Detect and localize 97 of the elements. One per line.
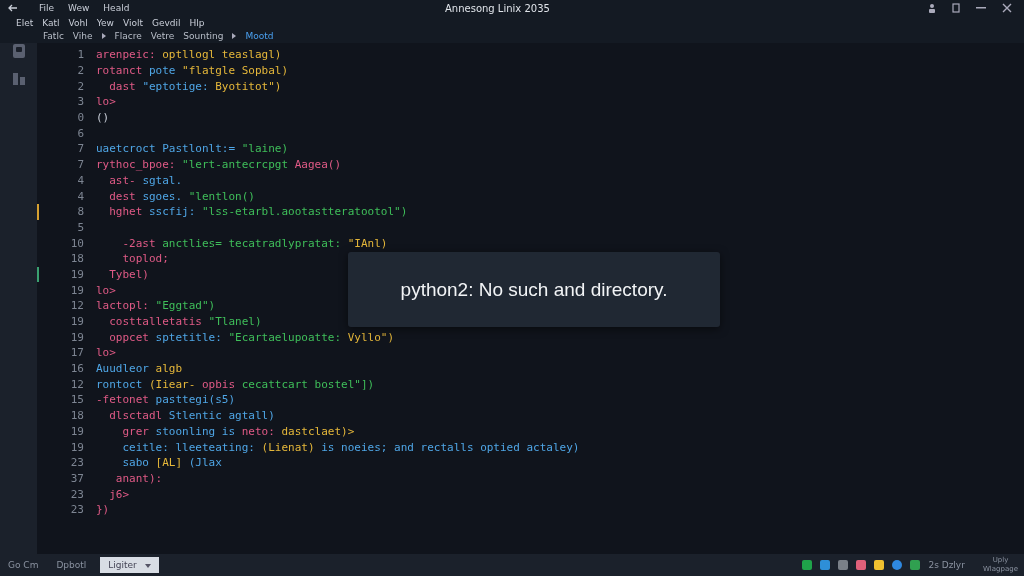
line-number: 0: [76, 111, 85, 125]
code-line: arenpeic: optllogl teaslagl): [96, 48, 282, 62]
app-icon[interactable]: [856, 560, 867, 570]
app-icon[interactable]: [838, 560, 849, 570]
menu-item[interactable]: Katl: [42, 17, 60, 28]
code-line: ast- sgtal.: [108, 173, 183, 187]
status-item[interactable]: Dpbotl: [52, 557, 91, 573]
back-arrow-icon[interactable]: [8, 4, 17, 12]
line-number: 18: [69, 409, 85, 423]
code-line: -2ast anctlies= tecatradlypratat: "IAnl): [121, 236, 388, 250]
line-number: 23: [69, 503, 85, 517]
code-line: uaetcroct Pastlonlt:= "laine): [96, 142, 289, 156]
line-number: 7: [76, 158, 85, 172]
breadcrumb-item[interactable]: Mootd: [245, 31, 274, 41]
line-number: 6: [76, 126, 85, 140]
code-line: Tybel): [108, 267, 149, 281]
code-line: costtalletatis "Tlanel): [108, 315, 262, 329]
breadcrumb-item[interactable]: Sounting: [183, 31, 224, 41]
line-number: 37: [69, 471, 85, 485]
minimize-icon[interactable]: [976, 7, 986, 9]
code-line: rythoc_bpoe: "lert-antecrcpgt Aagea(): [96, 158, 342, 172]
menu-item[interactable]: Heald: [103, 3, 130, 13]
code-line: hghet sscfij: "lss-etarbl.aootastteratootol"): [108, 205, 408, 219]
extensions-icon[interactable]: [10, 71, 27, 87]
menu-item[interactable]: Wew: [68, 3, 90, 13]
menu-item[interactable]: Vohl: [68, 17, 88, 28]
line-number: 3: [76, 95, 85, 109]
line-number: 1: [76, 48, 85, 62]
status-item[interactable]: Go Cm: [4, 557, 43, 573]
line-number: 15: [69, 393, 85, 407]
line-number: 7: [76, 142, 85, 156]
line-number: 16: [69, 362, 85, 376]
code-line: rotanct pote "flatgle Sopbal): [96, 64, 289, 78]
code-line: dest sgoes. "lentlon(): [108, 189, 255, 203]
line-number: 23: [69, 456, 85, 470]
code-line: dlsctadl Stlentic agtall): [108, 409, 275, 423]
code-line: }): [96, 503, 110, 517]
line-number: 4: [76, 173, 85, 187]
code-line: Auudleor algb: [96, 362, 183, 376]
close-icon[interactable]: [1002, 3, 1012, 13]
notification-message: python2: No such and directory.: [400, 278, 668, 301]
code-line: toplod;: [121, 252, 169, 266]
menu-item[interactable]: File: [39, 3, 55, 13]
breadcrumb-item[interactable]: Vetre: [150, 31, 175, 41]
code-line: oppcet sptetitle: "Ecartaelupoatte: Vyllo"): [108, 330, 395, 344]
line-number: 8: [76, 205, 85, 219]
user-icon[interactable]: [928, 3, 936, 13]
line-number: 5: [76, 220, 85, 234]
app-icon[interactable]: [820, 560, 831, 570]
line-number: 23: [69, 487, 85, 501]
line-number: 19: [69, 440, 85, 454]
code-line: sabo [AL] (Jlax: [121, 456, 222, 470]
line-number: 2: [76, 64, 85, 78]
line-number: 19: [69, 315, 85, 329]
code-line: ceitle: lleeteating: (Lienat) is noeies; and rectalls optied actaley): [121, 440, 580, 454]
code-line: j6>: [108, 487, 130, 501]
breadcrumb-item[interactable]: Vihe: [72, 31, 93, 41]
line-number: 10: [69, 236, 85, 250]
breadcrumb-item[interactable]: Fatlc: [43, 31, 64, 41]
code-line: lo>: [96, 283, 116, 297]
line-number: 18: [69, 252, 85, 266]
line-number: 12: [69, 377, 85, 391]
line-number: 12: [69, 299, 85, 313]
app-icon[interactable]: [892, 560, 903, 570]
window-title: Annesong Linix 2035: [445, 2, 550, 14]
menu-item[interactable]: Elet: [16, 17, 34, 28]
code-line: -fetonet pasttegi(s5): [96, 393, 236, 407]
code-line: (): [96, 111, 110, 125]
line-number: 4: [76, 189, 85, 203]
code-line: lo>: [96, 95, 116, 109]
menu-item[interactable]: Violt: [122, 17, 143, 28]
app-icon[interactable]: [802, 560, 813, 570]
code-line: grer stoonling is neto: dastclaet)>: [121, 424, 355, 438]
app-icon[interactable]: [874, 560, 885, 570]
menu-item[interactable]: Yew: [96, 17, 114, 28]
maximize-icon[interactable]: [952, 3, 960, 13]
caret-icon: [144, 564, 151, 568]
code-line: anant):: [114, 471, 163, 485]
line-number: 19: [69, 330, 85, 344]
code-line: lactopl: "Eggtad"): [96, 299, 216, 313]
chevron-icon: [101, 33, 106, 39]
menu-item[interactable]: Gevdil: [151, 17, 181, 28]
line-number: 19: [69, 424, 85, 438]
app-icon[interactable]: [910, 560, 921, 570]
line-number: 19: [69, 267, 85, 281]
breadcrumb-item[interactable]: Flacre: [114, 31, 142, 41]
code-line: lo>: [96, 346, 116, 360]
files-icon[interactable]: [10, 43, 27, 59]
chevron-icon: [232, 33, 237, 39]
status-item[interactable]: Ligiter: [100, 557, 159, 573]
code-line: dast "eptotige: Byotitot"): [108, 79, 282, 93]
line-number: 19: [69, 283, 85, 297]
menu-item[interactable]: Hlp: [189, 17, 205, 28]
line-number: 17: [69, 346, 85, 360]
tray-label: 2s Dzlyr: [928, 560, 965, 570]
line-number: 2: [76, 79, 85, 93]
code-line: rontoct (Iiear- opbis cecattcart bostel"]): [96, 377, 375, 391]
